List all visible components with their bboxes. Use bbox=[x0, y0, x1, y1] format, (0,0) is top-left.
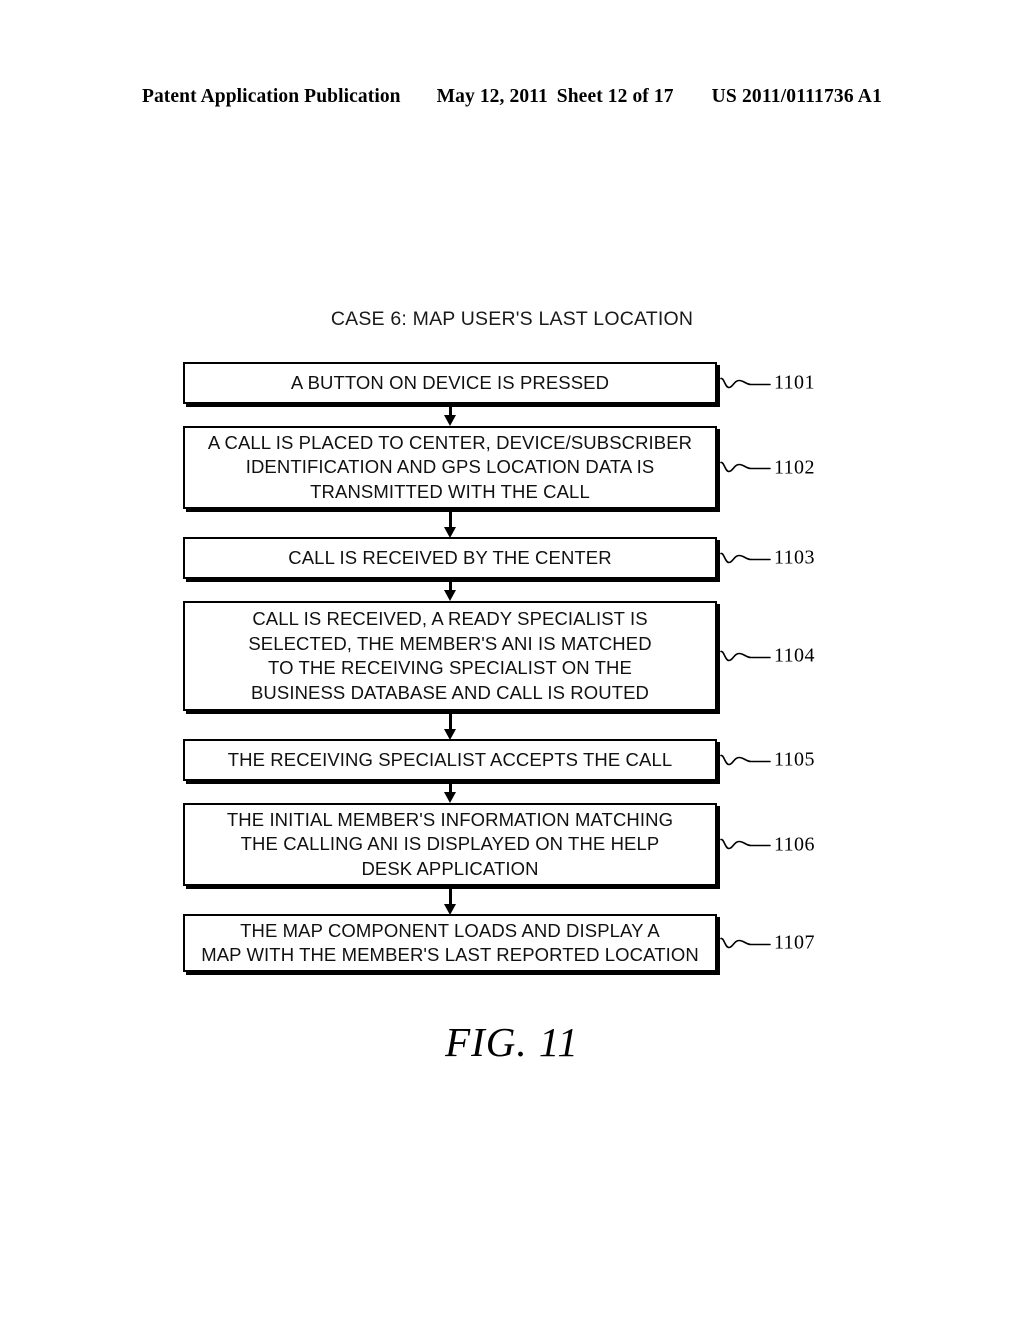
flow-node-text-line: THE CALLING ANI IS DISPLAYED ON THE HELP bbox=[240, 833, 660, 855]
reference-leader-1107: 1107 bbox=[720, 932, 815, 955]
flow-node-text: CALL IS RECEIVED BY THE CENTER bbox=[195, 546, 705, 571]
flow-node-text: THE MAP COMPONENT LOADS AND DISPLAY A MAP… bbox=[195, 919, 705, 968]
publication-date: May 12, 2011 bbox=[436, 86, 548, 107]
flow-node-text: THE RECEIVING SPECIALIST ACCEPTS THE CAL… bbox=[195, 748, 705, 773]
connector-arrowhead bbox=[444, 792, 456, 803]
flow-node-text-line: THE INITIAL MEMBER'S INFORMATION MATCHIN… bbox=[226, 808, 674, 830]
reference-numeral: 1103 bbox=[774, 546, 815, 569]
flow-connector-arrow-icon bbox=[183, 886, 717, 915]
flow-node-text-line: IDENTIFICATION AND GPS LOCATION DATA IS bbox=[245, 456, 655, 478]
sheet-number: Sheet 12 of 17 bbox=[556, 86, 674, 107]
flow-connector-arrow-icon bbox=[183, 404, 717, 426]
document-number: US 2011/0111736 A1 bbox=[711, 86, 883, 107]
flow-node-box: A BUTTON ON DEVICE IS PRESSED bbox=[183, 362, 717, 404]
flow-node-box: THE MAP COMPONENT LOADS AND DISPLAY A MAP… bbox=[183, 914, 717, 972]
flow-node-text: A BUTTON ON DEVICE IS PRESSED bbox=[195, 371, 705, 396]
flow-node-text-line: A BUTTON ON DEVICE IS PRESSED bbox=[290, 371, 610, 393]
flow-node-box: THE INITIAL MEMBER'S INFORMATION MATCHIN… bbox=[183, 803, 717, 886]
flow-node-text-line: THE MAP COMPONENT LOADS AND DISPLAY A bbox=[240, 919, 660, 941]
leader-squiggle-icon bbox=[720, 461, 771, 473]
flow-node-1103: CALL IS RECEIVED BY THE CENTER 1103 bbox=[183, 537, 814, 579]
reference-numeral: 1105 bbox=[774, 748, 815, 771]
flow-node-text-line: BUSINESS DATABASE AND CALL IS ROUTED bbox=[250, 681, 650, 703]
connector-stem bbox=[448, 711, 452, 731]
leader-squiggle-icon bbox=[720, 377, 771, 388]
flowchart: A BUTTON ON DEVICE IS PRESSED 1101 A CALL … bbox=[183, 362, 814, 972]
page-header: Patent Application Publication May 12, 2… bbox=[0, 86, 1024, 108]
reference-leader-1106: 1106 bbox=[720, 833, 815, 856]
flow-node-1104: CALL IS RECEIVED, A READY SPECIALIST IS S… bbox=[183, 601, 814, 711]
flow-connector-arrow-icon bbox=[183, 711, 717, 740]
flow-connector-arrow-icon bbox=[183, 509, 717, 538]
reference-leader-1104: 1104 bbox=[720, 645, 815, 668]
flow-node-1102: A CALL IS PLACED TO CENTER, DEVICE/SUBSC… bbox=[183, 426, 814, 509]
flow-node-box: A CALL IS PLACED TO CENTER, DEVICE/SUBSC… bbox=[183, 426, 717, 509]
flow-connector-arrow-icon bbox=[183, 781, 717, 803]
flow-node-text-line: THE RECEIVING SPECIALIST ACCEPTS THE CAL… bbox=[227, 748, 673, 770]
reference-leader-1105: 1105 bbox=[720, 749, 815, 772]
flow-node-box: CALL IS RECEIVED BY THE CENTER bbox=[183, 537, 717, 579]
reference-numeral: 1107 bbox=[774, 931, 815, 954]
flow-node-text-line: SELECTED, THE MEMBER'S ANI IS MATCHED bbox=[248, 632, 652, 654]
reference-numeral: 1102 bbox=[774, 456, 815, 478]
flow-node-text-line: DESK APPLICATION bbox=[361, 857, 539, 879]
figure-caption: FIG. 11 bbox=[445, 1019, 579, 1065]
connector-stem bbox=[448, 886, 452, 906]
leader-squiggle-icon bbox=[720, 754, 771, 765]
flow-node-text: CALL IS RECEIVED, A READY SPECIALIST IS S… bbox=[195, 607, 705, 705]
reference-leader-1102: 1102 bbox=[720, 456, 815, 479]
publication-label: Patent Application Publication bbox=[141, 86, 401, 107]
leader-squiggle-icon bbox=[720, 650, 771, 661]
reference-numeral: 1101 bbox=[774, 371, 815, 394]
reference-leader-1103: 1103 bbox=[720, 547, 815, 570]
flow-node-text-line: A CALL IS PLACED TO CENTER, DEVICE/SUBSC… bbox=[207, 431, 693, 453]
flow-node-1106: THE INITIAL MEMBER'S INFORMATION MATCHIN… bbox=[183, 803, 814, 886]
leader-squiggle-icon bbox=[720, 937, 771, 948]
reference-numeral: 1104 bbox=[774, 644, 815, 667]
reference-leader-1101: 1101 bbox=[720, 372, 815, 395]
flow-node-1101: A BUTTON ON DEVICE IS PRESSED 1101 bbox=[183, 362, 814, 404]
flow-node-text: THE INITIAL MEMBER'S INFORMATION MATCHIN… bbox=[195, 808, 705, 882]
reference-numeral: 1106 bbox=[774, 833, 815, 855]
flow-connector-arrow-icon bbox=[183, 579, 717, 601]
flow-node-text-line: CALL IS RECEIVED BY THE CENTER bbox=[288, 546, 612, 568]
connector-arrowhead bbox=[444, 415, 456, 426]
flow-node-text-line: MAP WITH THE MEMBER'S LAST REPORTED LOCA… bbox=[201, 944, 699, 965]
figure-title: CASE 6: MAP USER'S LAST LOCATION bbox=[330, 308, 694, 330]
flow-node-1105: THE RECEIVING SPECIALIST ACCEPTS THE CAL… bbox=[183, 739, 814, 781]
flow-node-text-line: TO THE RECEIVING SPECIALIST ON THE bbox=[268, 657, 632, 678]
flow-node-box: THE RECEIVING SPECIALIST ACCEPTS THE CAL… bbox=[183, 739, 717, 781]
flow-node-box: CALL IS RECEIVED, A READY SPECIALIST IS S… bbox=[183, 601, 717, 711]
flow-node-1107: THE MAP COMPONENT LOADS AND DISPLAY A MAP… bbox=[183, 914, 814, 972]
flow-node-text-line: CALL IS RECEIVED, A READY SPECIALIST IS bbox=[252, 608, 648, 629]
flow-node-text: A CALL IS PLACED TO CENTER, DEVICE/SUBSC… bbox=[195, 431, 705, 505]
leader-squiggle-icon bbox=[720, 552, 771, 563]
leader-squiggle-icon bbox=[720, 838, 771, 850]
flow-node-text-line: TRANSMITTED WITH THE CALL bbox=[310, 480, 590, 502]
connector-stem bbox=[448, 509, 452, 529]
connector-arrowhead bbox=[444, 590, 456, 601]
